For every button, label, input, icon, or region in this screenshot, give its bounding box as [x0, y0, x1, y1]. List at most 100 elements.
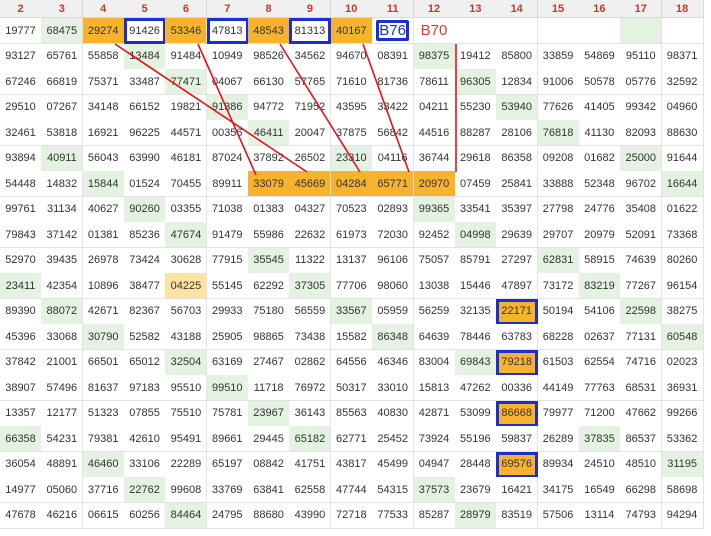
grid-cell: 23679	[454, 477, 497, 503]
grid-cell: 25452	[372, 426, 415, 452]
grid-cell: 16421	[496, 477, 539, 503]
grid-cell: 58698	[661, 477, 704, 503]
grid-cell: 16644	[661, 171, 704, 197]
grid-cell: 44149	[537, 375, 580, 401]
grid-cell: 12177	[41, 400, 84, 427]
grid-cell: 77626	[537, 94, 580, 121]
grid-cell: 66819	[41, 69, 84, 95]
grid-cell: 33888	[537, 171, 580, 197]
grid-cell: 33859	[537, 43, 580, 70]
grid-cell: 43188	[165, 324, 208, 350]
grid-cell: 74639	[620, 247, 663, 274]
grid-cell: 48543	[248, 18, 291, 44]
grid-cell: 95510	[165, 375, 208, 401]
grid-cell: 56043	[82, 145, 125, 172]
grid-cell: 94670	[330, 43, 373, 70]
grid-cell: 15582	[330, 324, 373, 350]
grid-cell: 54448	[0, 171, 42, 197]
grid-cell: 75371	[82, 69, 125, 95]
column-header: 18	[661, 0, 704, 18]
grid-cell: 93894	[0, 145, 42, 172]
grid-cell: 33541	[454, 196, 497, 223]
grid-cell: 92452	[413, 222, 456, 248]
grid-cell: 04116	[372, 145, 415, 172]
grid-cell: 75781	[206, 400, 249, 427]
grid-cell: 53818	[41, 120, 84, 146]
grid-cell: 30790	[82, 324, 125, 350]
grid-cell: 94772	[248, 94, 291, 121]
grid-cell: 99266	[661, 400, 704, 427]
grid-cell: 76972	[289, 375, 332, 401]
grid-cell	[537, 18, 580, 44]
grid-cell: 89934	[537, 451, 580, 478]
grid-cell	[661, 18, 704, 44]
grid-cell: 24510	[578, 451, 621, 478]
grid-cell: 66152	[124, 94, 167, 121]
grid-cell: 90260	[124, 196, 167, 223]
grid-cell: 22289	[165, 451, 208, 478]
grid-cell: 33487	[124, 69, 167, 95]
grid-cell: 91644	[661, 145, 704, 172]
grid-cell: 42871	[413, 400, 456, 427]
grid-cell: 23310	[330, 145, 373, 172]
grid-cell: 47262	[454, 375, 497, 401]
grid-cell: 61503	[537, 349, 580, 376]
grid-cell: 11322	[289, 247, 332, 274]
grid-cell: 41130	[578, 120, 621, 146]
grid-cell: 57496	[41, 375, 84, 401]
grid-cell	[496, 18, 539, 44]
grid-cell: 75057	[413, 247, 456, 274]
grid-cell: 89911	[206, 171, 249, 197]
grid-cell: 32135	[454, 298, 497, 325]
grid-cell: 79843	[0, 222, 42, 248]
grid-cell: 99510	[206, 375, 249, 401]
grid-cell: 64639	[413, 324, 456, 350]
grid-cell: 98865	[248, 324, 291, 350]
grid-cell: 00356	[206, 120, 249, 146]
grid-cell: 99761	[0, 196, 42, 223]
grid-cell: 28448	[454, 451, 497, 478]
grid-cell: 42610	[124, 426, 167, 452]
grid-cell: 67246	[0, 69, 42, 95]
grid-cell: 15844	[82, 171, 125, 197]
grid-cell: 37573	[413, 477, 456, 503]
grid-cell: 33079	[248, 171, 291, 197]
grid-cell: 14832	[41, 171, 84, 197]
column-header: 6	[165, 0, 208, 18]
column-header: 3	[41, 0, 84, 18]
grid-cell: 22171	[496, 298, 539, 325]
grid-cell: 04327	[289, 196, 332, 223]
grid-cell: B70	[413, 18, 456, 44]
grid-cell: 96106	[372, 247, 415, 274]
grid-cell: 52582	[124, 324, 167, 350]
grid-cell: 80260	[661, 247, 704, 274]
grid-cell: 48891	[41, 451, 84, 478]
grid-cell: 33769	[206, 477, 249, 503]
grid-cell: 53940	[496, 94, 539, 121]
grid-cell: 47678	[0, 502, 42, 529]
grid-cell: 66501	[82, 349, 125, 376]
grid-cell: 73924	[413, 426, 456, 452]
grid-cell: 51323	[82, 400, 125, 427]
grid-cell: 05959	[372, 298, 415, 325]
grid-cell: 47813	[206, 18, 249, 44]
grid-cell: 01383	[248, 196, 291, 223]
grid-cell: 05776	[620, 69, 663, 95]
grid-cell: 36931	[661, 375, 704, 401]
grid-cell: 65197	[206, 451, 249, 478]
grid-cell: 01524	[124, 171, 167, 197]
grid-cell: 86668	[496, 400, 539, 427]
grid-cell: 37875	[330, 120, 373, 146]
grid-cell: 22632	[289, 222, 332, 248]
grid-cell: 74793	[620, 502, 663, 529]
grid-cell: 01682	[578, 145, 621, 172]
grid-cell: 08391	[372, 43, 415, 70]
grid-cell: 19821	[165, 94, 208, 121]
grid-cell: 30628	[165, 247, 208, 274]
grid-cell: 65182	[289, 426, 332, 452]
grid-cell: 72718	[330, 502, 373, 529]
grid-cell: 53346	[165, 18, 208, 44]
grid-cell: 89390	[0, 298, 42, 325]
grid-cell: 37305	[289, 273, 332, 299]
grid-cell: 31134	[41, 196, 84, 223]
